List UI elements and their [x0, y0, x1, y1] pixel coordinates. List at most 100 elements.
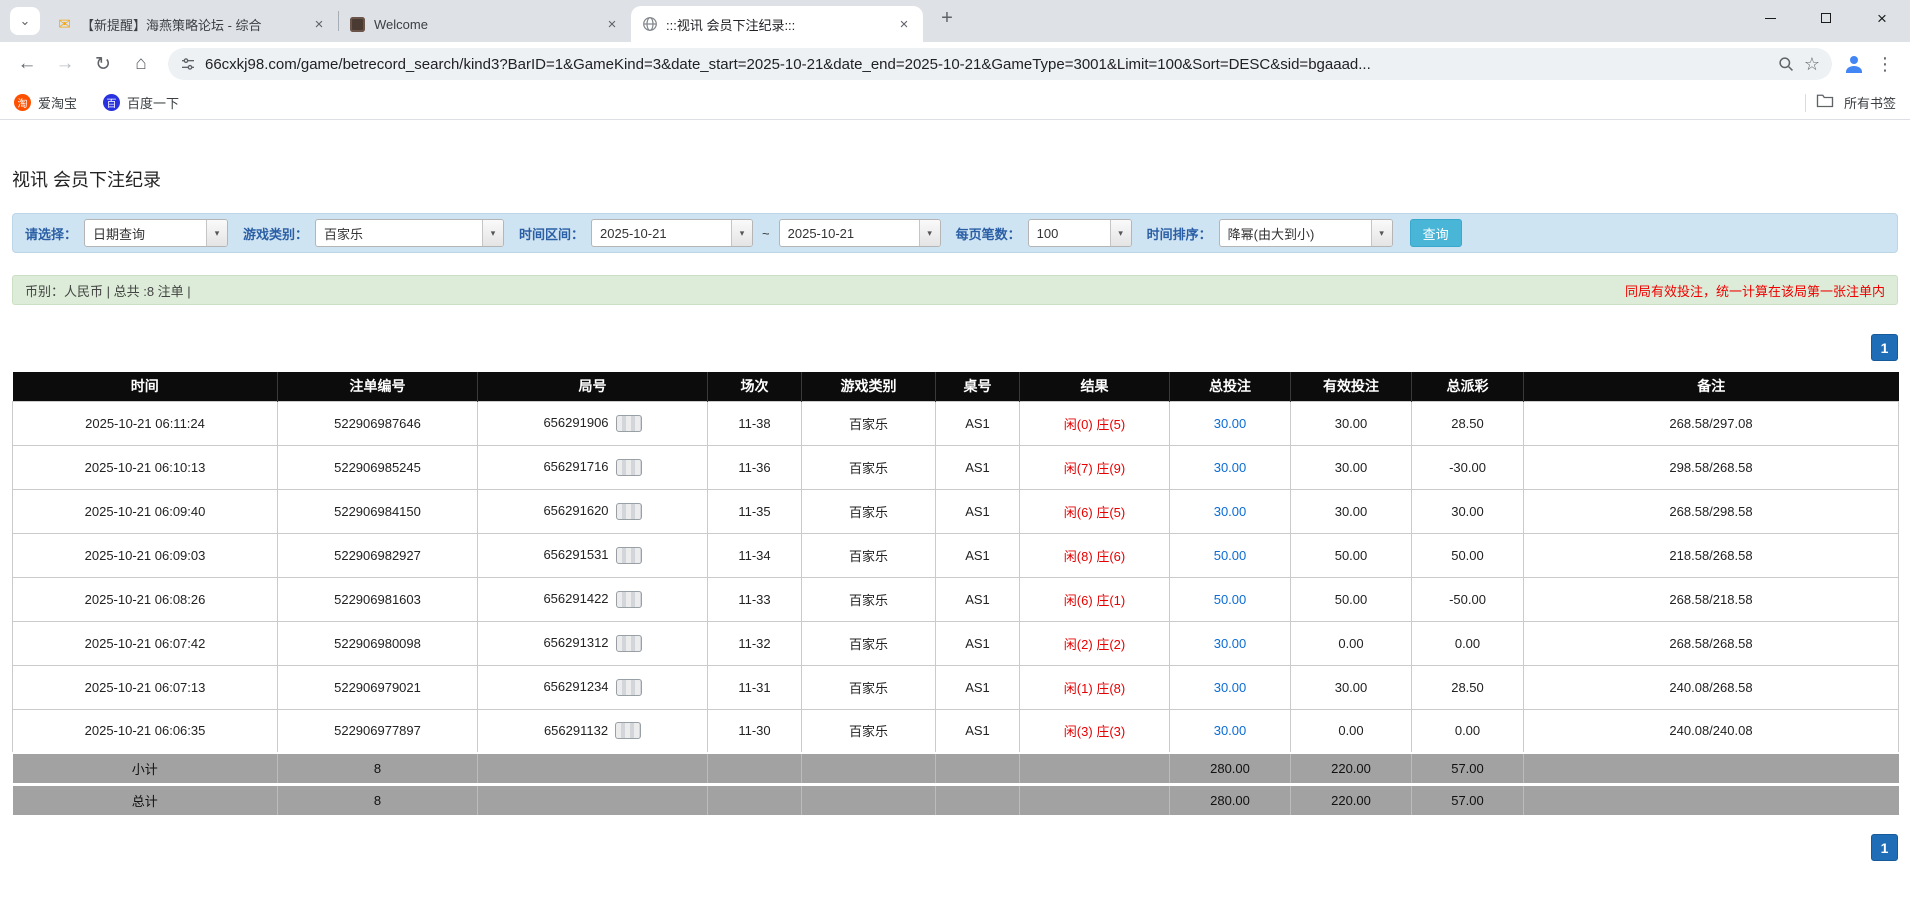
round-number: 656291312 [543, 635, 609, 651]
round-result-image-icon[interactable] [615, 502, 642, 520]
table-row: 2025-10-21 06:07:13 522906979021 656291234… [12, 664, 1899, 710]
chevron-down-icon[interactable]: ▾ [1109, 220, 1131, 246]
cell-session: 11-34 [707, 532, 802, 578]
forward-button[interactable]: → [48, 47, 82, 81]
cell-valid-bet: 30.00 [1290, 400, 1412, 446]
player-result: 闲(7) [1063, 460, 1093, 476]
bookmark-taobao[interactable]: 淘 爱淘宝 [14, 93, 77, 112]
round-number: 656291906 [543, 415, 609, 431]
cell-table-no: AS1 [935, 576, 1020, 622]
subtotal-row: 小计 8 280.00 220.00 57.00 [12, 752, 1899, 784]
total-cell-bet-id: 8 [277, 782, 478, 815]
site-settings-icon[interactable] [180, 56, 196, 72]
total-bet-link[interactable]: 50.00 [1214, 548, 1247, 563]
cell-valid-bet: 50.00 [1290, 576, 1412, 622]
chevron-down-icon[interactable]: ▾ [731, 220, 753, 246]
chevron-down-icon[interactable]: ▾ [918, 220, 940, 246]
total-bet-link[interactable]: 30.00 [1214, 680, 1247, 695]
total-bet-link[interactable]: 30.00 [1214, 460, 1247, 475]
url-text[interactable]: 66cxkj98.com/game/betrecord_search/kind3… [205, 56, 1769, 73]
page-size-select[interactable]: 100 ▾ [1027, 219, 1132, 247]
sort-order-select[interactable]: 降幂(由大到小) ▾ [1218, 219, 1393, 247]
total-bet-link[interactable]: 30.00 [1214, 416, 1247, 431]
close-button[interactable]: × [1854, 0, 1910, 36]
tab-haiyan-forum[interactable]: ✉ 【新提醒】海燕策略论坛 - 综合 × [46, 6, 338, 42]
cell-table-no: AS1 [935, 400, 1020, 446]
tab-close-icon[interactable]: × [603, 15, 621, 33]
cell-payout: 30.00 [1411, 488, 1524, 534]
round-result-image-icon[interactable] [615, 414, 642, 432]
cell-session: 11-32 [707, 620, 802, 666]
page-1-button[interactable]: 1 [1871, 834, 1898, 861]
game-type-select[interactable]: 百家乐 ▾ [315, 219, 505, 247]
profile-avatar-icon[interactable] [1842, 52, 1866, 76]
round-number: 656291422 [543, 591, 609, 607]
round-result-image-icon[interactable] [615, 634, 642, 652]
new-tab-button[interactable]: + [933, 5, 961, 33]
chevron-down-icon[interactable]: ▾ [1370, 220, 1392, 246]
cell-session: 11-35 [707, 488, 802, 534]
welcome-favicon-icon [349, 16, 366, 33]
refresh-icon: ↻ [95, 53, 111, 75]
tab-bet-records[interactable]: :::视讯 会员下注纪录::: × [631, 6, 923, 42]
total-bet-link[interactable]: 30.00 [1214, 636, 1247, 651]
round-result-image-icon[interactable] [615, 546, 642, 564]
round-number: 656291620 [543, 503, 609, 519]
column-header-round: 局号 [477, 372, 708, 401]
bookmark-star-icon[interactable]: ☆ [1804, 54, 1820, 75]
bookmark-baidu[interactable]: 百 百度一下 [103, 93, 179, 112]
chevron-down-icon[interactable]: ▾ [206, 220, 228, 246]
subtotal-cell-result [1019, 752, 1170, 784]
table-row: 2025-10-21 06:06:35 522906977897 656291132… [12, 708, 1899, 754]
bet-records-table: 时间 注单编号 局号 场次 游戏类别 桌号 结果 总投注 有效投注 总派彩 备注 2025-10-2… [12, 372, 1899, 815]
forward-arrow-icon: → [55, 53, 75, 74]
maximize-button[interactable] [1798, 0, 1854, 36]
refresh-button[interactable]: ↻ [86, 47, 120, 81]
round-result-image-icon[interactable] [615, 458, 642, 476]
window-controls: × [1742, 0, 1910, 36]
round-number: 656291716 [543, 459, 609, 475]
zoom-icon[interactable] [1778, 56, 1795, 73]
total-bet-link[interactable]: 50.00 [1214, 592, 1247, 607]
cell-valid-bet: 30.00 [1290, 444, 1412, 490]
cell-round: 656291620 [477, 488, 708, 534]
cell-game-type: 百家乐 [801, 620, 936, 666]
banker-result: 庄(6) [1096, 548, 1126, 564]
tab-close-icon[interactable]: × [310, 15, 328, 33]
all-bookmarks-button[interactable]: 所有书签 [1804, 93, 1896, 113]
search-button[interactable]: 查询 [1409, 219, 1462, 247]
total-cell-valid-bet: 220.00 [1290, 782, 1412, 815]
minimize-button[interactable] [1742, 0, 1798, 36]
cell-note: 218.58/268.58 [1523, 532, 1899, 578]
date-end-select[interactable]: 2025-10-21 ▾ [778, 219, 941, 247]
banker-result: 庄(9) [1096, 460, 1126, 476]
round-result-image-icon[interactable] [615, 678, 642, 696]
divider [1804, 93, 1806, 112]
back-button[interactable]: ← [10, 47, 44, 81]
tab-welcome[interactable]: Welcome × [339, 6, 631, 42]
total-bet-link[interactable]: 30.00 [1214, 504, 1247, 519]
banker-result: 庄(1) [1096, 592, 1126, 608]
column-header-note: 备注 [1523, 372, 1899, 401]
tab-search-button[interactable]: ⌄ [10, 7, 40, 35]
tab-close-icon[interactable]: × [895, 15, 913, 33]
home-button[interactable]: ⌂ [124, 47, 158, 81]
date-start-select[interactable]: 2025-10-21 ▾ [591, 219, 754, 247]
column-header-game-type: 游戏类别 [801, 372, 936, 401]
menu-dots-icon[interactable]: ⋮ [1870, 54, 1900, 75]
query-type-select[interactable]: 日期查询 ▾ [84, 219, 229, 247]
total-bet-link[interactable]: 30.00 [1214, 723, 1247, 738]
url-bar[interactable]: 66cxkj98.com/game/betrecord_search/kind3… [168, 48, 1832, 80]
cell-bet-id: 522906985245 [277, 444, 478, 490]
cell-bet-id: 522906977897 [277, 708, 478, 754]
cell-table-no: AS1 [935, 488, 1020, 534]
cell-payout: 50.00 [1411, 532, 1524, 578]
chevron-down-icon[interactable]: ▾ [482, 220, 504, 246]
page-1-button[interactable]: 1 [1871, 334, 1898, 361]
round-result-image-icon[interactable] [615, 722, 642, 740]
cell-table-no: AS1 [935, 532, 1020, 578]
cell-note: 240.08/240.08 [1523, 708, 1899, 754]
cell-round: 656291312 [477, 620, 708, 666]
round-result-image-icon[interactable] [615, 590, 642, 608]
cell-session: 11-33 [707, 576, 802, 622]
